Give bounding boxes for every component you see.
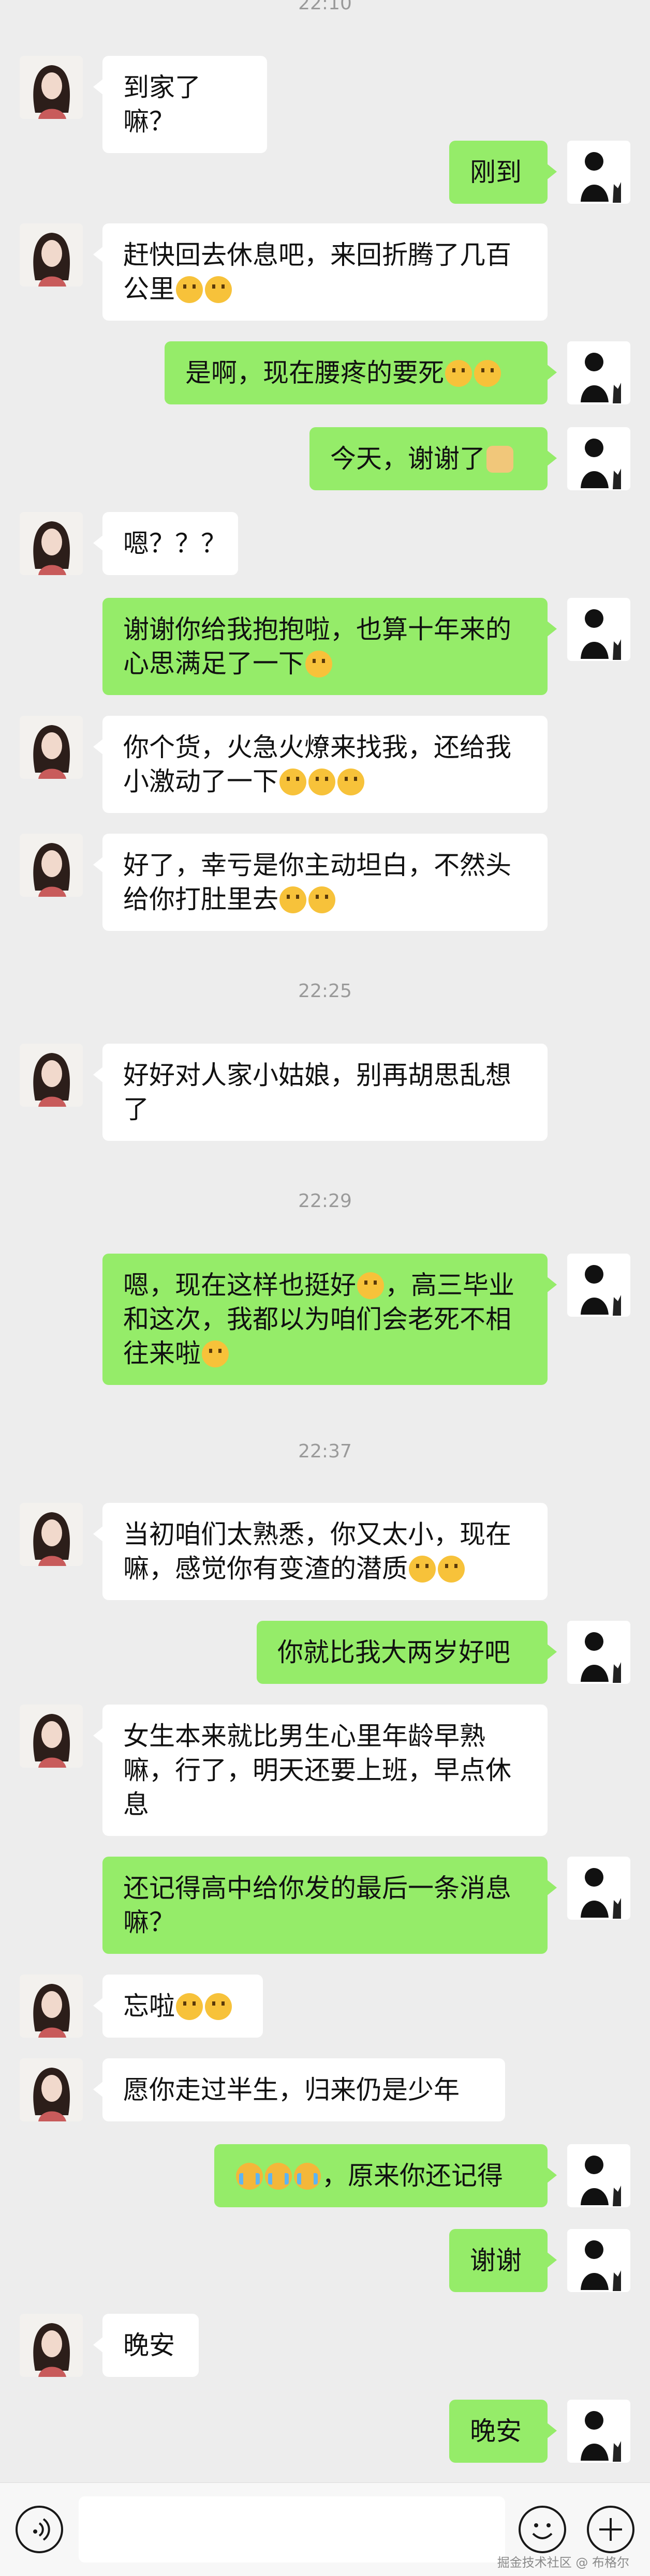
message-bubble[interactable]: 晚安 [449,2400,557,2463]
message-bubble[interactable]: 女生本来就比男生心里年龄早熟嘛，行了，明天还要上班，早点休息 [93,1705,548,1836]
message-text: 女生本来就比男生心里年龄早熟嘛，行了，明天还要上班，早点休息 [123,1721,511,1819]
avatar-self[interactable] [567,341,630,404]
facepalm-icon [308,886,335,913]
message-input[interactable] [79,2496,505,2563]
message-bubble[interactable]: 当初咱们太熟悉，你又太小，现在嘛，感觉你有变渣的潜质 [93,1503,548,1600]
laugh-cry-icon [176,276,203,303]
smile-icon [305,651,332,677]
timestamp: 22:25 [298,981,352,1002]
message-bubble[interactable]: 好好对人家小姑娘，别再胡思乱想了 [93,1044,548,1141]
input-toolbar: 掘金技术社区 @ 布格尔 [0,2482,650,2576]
message-bubble[interactable]: 嗯？？？ [93,512,238,575]
message-text: 今天，谢谢了 [330,444,485,474]
voice-icon[interactable] [16,2506,63,2553]
message-bubble[interactable]: 谢谢你给我抱抱啦，也算十年来的心思满足了一下 [102,598,557,695]
message-text: ，原来你还记得 [322,2161,503,2191]
message-bubble[interactable]: 还记得高中给你发的最后一条消息嘛？ [102,1857,557,1954]
timestamp: 22:37 [298,1441,352,1462]
avatar-friend[interactable] [20,1044,83,1107]
message-text: 刚到 [470,157,522,187]
message-bubble[interactable]: 你个货，火急火燎来找我，还给我小激动了一下 [93,716,548,813]
message-text: 好好对人家小姑娘，别再胡思乱想了 [123,1060,511,1124]
message-bubble[interactable]: 愿你走过半生，归来仍是少年 [93,2058,505,2121]
emoji-icon[interactable] [519,2506,566,2553]
avatar-friend[interactable] [20,2058,83,2121]
flushed-icon [438,1556,465,1583]
message-bubble[interactable]: 今天，谢谢了 [309,427,557,490]
message-bubble[interactable]: 你就比我大两岁好吧 [257,1621,557,1684]
sweat-icon [474,360,501,387]
grin-icon [176,1993,203,2020]
message-text: 嗯，现在这样也挺好 [123,1270,356,1300]
avatar-self[interactable] [567,427,630,490]
message-text: 忘啦 [123,1991,175,2021]
sweat-icon [202,1340,229,1367]
message-bubble[interactable]: 好了，幸亏是你主动坦白，不然头给你打肚里去 [93,834,548,931]
message-bubble[interactable]: 赶快回去休息吧，来回折腾了几百公里 [93,223,548,321]
avatar-friend[interactable] [20,834,83,897]
avatar-self[interactable] [567,1857,630,1920]
message-bubble[interactable]: 忘啦 [93,1975,263,2038]
avatar-self[interactable] [567,2400,630,2463]
doge-icon [486,446,513,473]
cry-icon [294,2163,321,2190]
message-bubble[interactable]: 晚安 [93,2314,199,2377]
chat-area[interactable]: 22:10 到家了嘛？ 刚到 赶快回去休息吧，来回折腾了几百公里 是啊，现在腰疼… [0,0,650,2482]
message-text: 你就比我大两岁好吧 [277,1637,510,1667]
rofl-icon [279,769,306,795]
avatar-self[interactable] [567,1621,630,1684]
timestamp: 22:29 [298,1191,352,1212]
facepalm-icon [279,886,306,913]
avatar-self[interactable] [567,598,630,661]
avatar-friend[interactable] [20,223,83,287]
message-text: 是啊，现在腰疼的要死 [185,358,444,388]
message-bubble[interactable]: ，原来你还记得 [214,2144,557,2207]
flushed-icon [409,1556,436,1583]
message-text: 到家了嘛？ [123,72,201,137]
avatar-self[interactable] [567,2144,630,2207]
avatar-self[interactable] [567,2229,630,2292]
message-text: 晚安 [123,2330,175,2360]
rofl-icon [308,769,335,795]
cry-icon [265,2163,292,2190]
plus-icon[interactable] [587,2506,634,2553]
message-bubble[interactable]: 嗯，现在这样也挺好 ，高三毕业和这次，我都以为咱们会老死不相往来啦 [102,1254,557,1385]
sweat-icon [445,360,472,387]
watermark: 掘金技术社区 @ 布格尔 [497,2555,629,2570]
rofl-icon [337,769,364,795]
avatar-friend[interactable] [20,716,83,779]
smile-icon [357,1272,384,1299]
avatar-friend[interactable] [20,1705,83,1768]
message-bubble[interactable]: 谢谢 [449,2229,557,2292]
message-text: 愿你走过半生，归来仍是少年 [123,2075,460,2105]
avatar-friend[interactable] [20,512,83,575]
message-bubble[interactable]: 是啊，现在腰疼的要死 [165,341,557,404]
message-text: 晚安 [470,2416,522,2446]
timestamp: 22:10 [298,0,352,14]
avatar-friend[interactable] [20,1503,83,1566]
avatar-self[interactable] [567,1254,630,1317]
laugh-cry-icon [205,276,232,303]
avatar-self[interactable] [567,141,630,204]
message-text: 嗯？？？ [123,529,227,559]
message-text: 还记得高中给你发的最后一条消息嘛？ [123,1873,511,1937]
message-text: 谢谢 [470,2246,522,2276]
cry-icon [236,2163,263,2190]
message-bubble[interactable]: 刚到 [449,141,557,204]
message-bubble[interactable]: 到家了嘛？ [93,56,267,153]
grin-icon [205,1993,232,2020]
avatar-friend[interactable] [20,2314,83,2377]
avatar-friend[interactable] [20,56,83,119]
avatar-friend[interactable] [20,1975,83,2038]
